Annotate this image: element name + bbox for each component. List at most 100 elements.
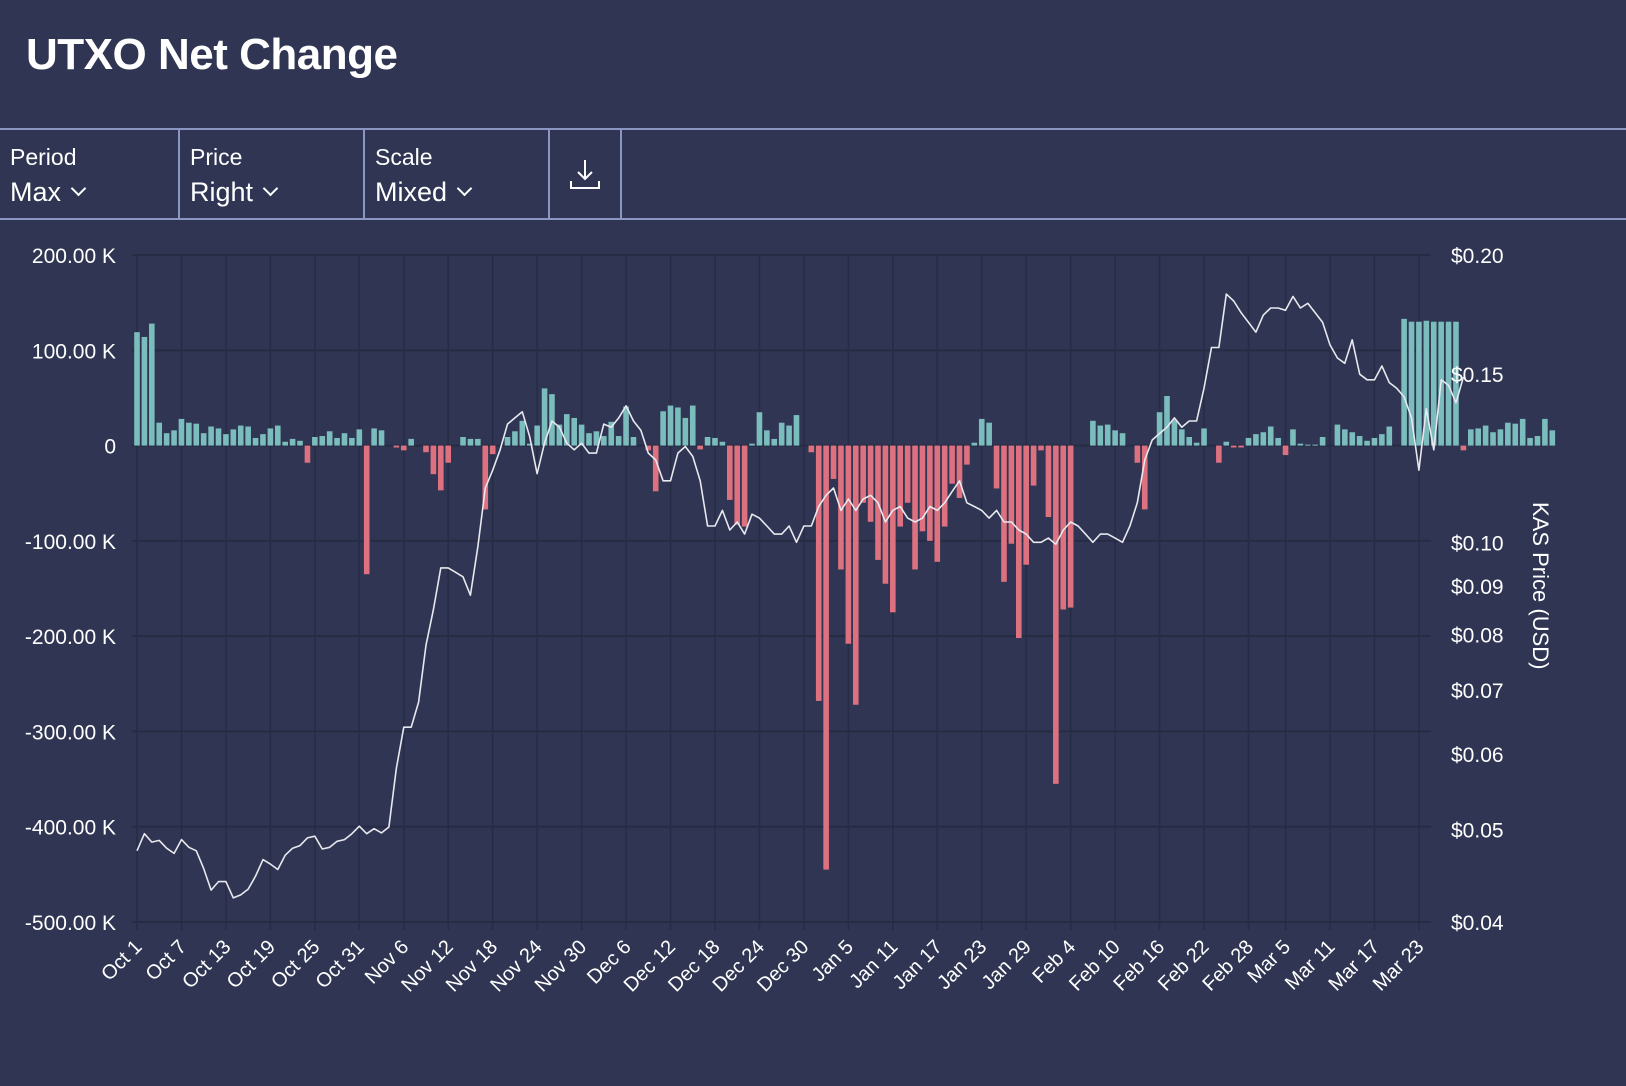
bar-positive — [1342, 429, 1348, 446]
bar-negative — [1045, 445, 1052, 518]
x-tick-label: Oct 31 — [312, 936, 369, 993]
y-tick-label: -100.00 K — [25, 531, 116, 554]
bar-positive — [193, 423, 200, 446]
y-tick-label: -400.00 K — [25, 817, 116, 840]
bar-positive — [1267, 426, 1274, 446]
bar-negative — [934, 445, 941, 562]
bar-positive — [764, 430, 770, 446]
price-line — [136, 293, 1465, 899]
bar-negative — [727, 445, 733, 500]
bar-positive — [1334, 424, 1341, 446]
bar-negative — [927, 445, 933, 541]
bar-negative — [1053, 445, 1059, 784]
bar-negative — [956, 445, 963, 498]
bar-negative — [489, 445, 496, 455]
bar-negative — [964, 445, 970, 465]
bar-negative — [1238, 445, 1244, 448]
bar-positive — [178, 418, 185, 446]
x-tick-label: Oct 19 — [223, 936, 280, 993]
x-axis: Oct 1Oct 7Oct 13Oct 19Oct 25Oct 31Nov 6N… — [97, 936, 1428, 996]
bar-negative — [734, 445, 741, 525]
bar-positive — [1505, 422, 1511, 446]
bar-positive — [356, 429, 363, 446]
bar-negative — [1001, 445, 1007, 582]
bar-negative — [852, 445, 859, 705]
bar-negative — [845, 445, 852, 644]
bar-positive — [563, 414, 570, 446]
bar-negative — [1038, 445, 1044, 451]
y2-tick-label: $0.10 — [1451, 532, 1504, 555]
bar-positive — [1179, 429, 1185, 446]
bar-negative — [1230, 445, 1237, 448]
bar-positive — [171, 430, 177, 446]
bar-positive — [319, 436, 326, 446]
bar-positive — [1386, 426, 1393, 446]
bar-positive — [282, 441, 288, 446]
bar-positive — [771, 438, 778, 446]
bar-negative — [445, 445, 452, 463]
y-tick-label: 0 — [104, 436, 116, 459]
bar-negative — [815, 445, 822, 701]
bar-positive — [704, 436, 711, 446]
y2-tick-label: $0.15 — [1451, 364, 1504, 387]
bar-positive — [1275, 437, 1281, 446]
bar-positive — [623, 406, 629, 446]
bar-positive — [378, 430, 385, 446]
bar-positive — [1319, 436, 1326, 446]
bar-positive — [312, 436, 318, 446]
bar-positive — [1542, 418, 1548, 446]
bar-positive — [1497, 429, 1504, 446]
bar-positive — [1519, 418, 1526, 446]
bar-negative — [1134, 445, 1141, 463]
bar-positive — [134, 332, 140, 446]
chevron-down-icon — [262, 180, 279, 197]
bar-negative — [400, 445, 407, 451]
bar-positive — [630, 436, 637, 446]
bar-positive — [1312, 444, 1318, 446]
bar-positive — [1490, 432, 1496, 446]
bar-positive — [719, 441, 726, 446]
header: UTXO Net Change — [0, 0, 1626, 128]
period-value: Max — [10, 177, 62, 207]
bar-positive — [1512, 423, 1519, 446]
bar-positive — [660, 411, 666, 446]
y2-tick-label: $0.05 — [1451, 820, 1504, 843]
period-dropdown[interactable]: Period Max — [0, 130, 180, 218]
bar-positive — [1193, 442, 1200, 446]
bar-positive — [689, 405, 696, 446]
bar-positive — [504, 436, 511, 446]
bar-negative — [438, 445, 444, 491]
bar-negative — [430, 445, 437, 475]
price-label: Price — [190, 144, 243, 170]
bar-negative — [1216, 445, 1222, 463]
y2-tick-label: $0.07 — [1451, 680, 1504, 703]
bar-positive — [682, 417, 689, 446]
y-tick-label: -200.00 K — [25, 626, 116, 649]
bar-negative — [1460, 445, 1467, 451]
scale-label: Scale — [375, 144, 433, 170]
bar-positive — [534, 425, 540, 446]
bar-negative — [897, 445, 904, 527]
bar-positive — [1164, 396, 1170, 446]
bar-positive — [667, 405, 674, 446]
chart-area: 200.00 K 100.00 K 0 -100.00 K -200.00 K -300.… — [25, 245, 1556, 996]
bar-positive — [1156, 412, 1163, 446]
bar-negative — [1067, 445, 1074, 608]
bar-negative — [423, 445, 429, 453]
bar-negative — [741, 445, 748, 527]
bar-positive — [260, 434, 266, 446]
bar-positive — [349, 437, 355, 446]
download-button[interactable] — [550, 130, 622, 218]
bar-positive — [1416, 321, 1422, 446]
price-value: Right — [190, 177, 254, 207]
bar-positive — [1097, 425, 1104, 446]
y2-tick-label: $0.04 — [1451, 912, 1504, 935]
bar-positive — [971, 442, 978, 446]
bar-positive — [274, 425, 281, 446]
price-dropdown[interactable]: Price Right — [180, 130, 365, 218]
bar-negative — [993, 445, 1000, 489]
bar-positive — [475, 438, 481, 446]
scale-dropdown[interactable]: Scale Mixed — [365, 130, 550, 218]
bar-negative — [823, 445, 829, 870]
bar-positive — [1112, 430, 1118, 446]
